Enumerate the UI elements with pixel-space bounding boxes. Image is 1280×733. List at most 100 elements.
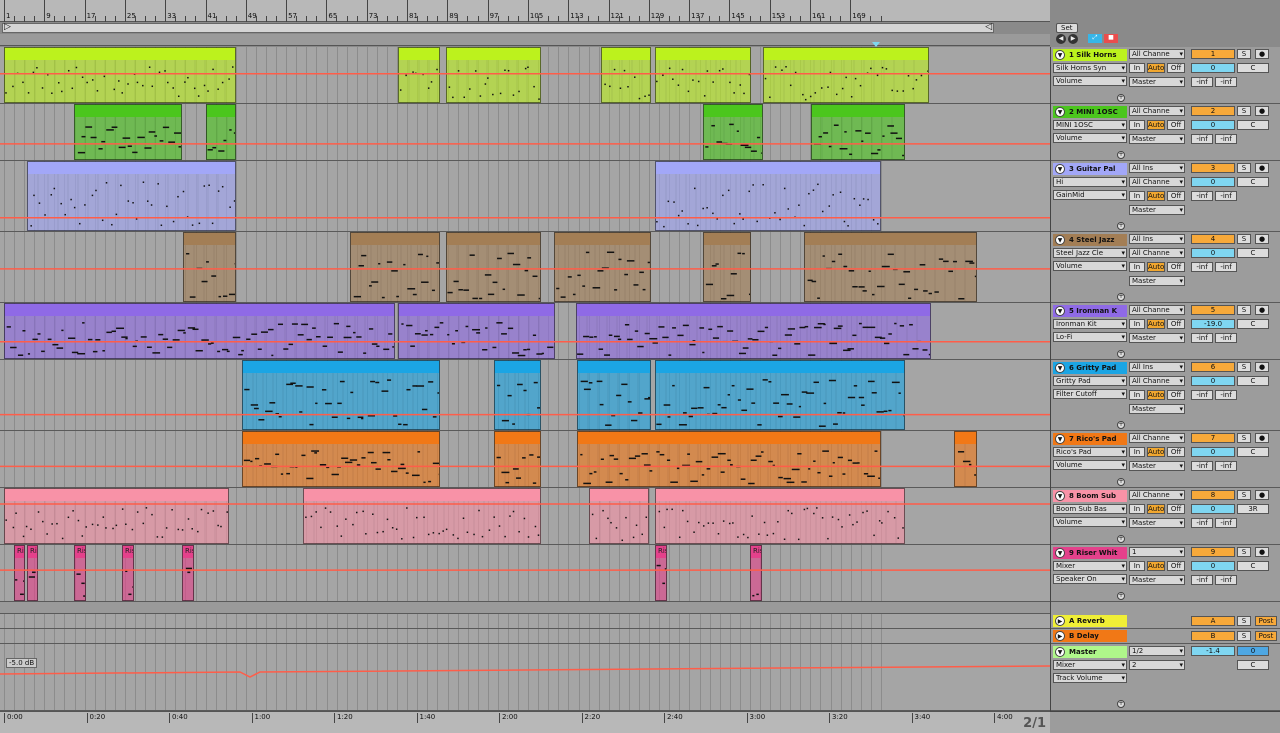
monitor-in-button[interactable]: In xyxy=(1129,447,1145,457)
midi-clip[interactable] xyxy=(703,104,763,160)
master-input-select[interactable]: Mixer xyxy=(1053,660,1127,670)
input-channel-select[interactable]: All Channe xyxy=(1129,305,1185,315)
volume-field[interactable]: -19.0 xyxy=(1191,319,1235,329)
output-select[interactable]: Master xyxy=(1129,77,1185,87)
return-name[interactable]: ▶ B Delay xyxy=(1053,630,1127,642)
midi-clip[interactable] xyxy=(446,47,541,103)
prev-locator-icon[interactable]: ◀ xyxy=(1056,34,1066,44)
track-name[interactable]: ▼ 8 Boom Sub xyxy=(1053,490,1127,502)
midi-clip[interactable] xyxy=(206,104,236,160)
clip-header[interactable] xyxy=(495,361,540,373)
instrument-select[interactable]: Gritty Pad xyxy=(1053,376,1127,386)
solo-button[interactable]: S xyxy=(1237,49,1251,59)
track-name[interactable]: ▼ 1 Silk Horns xyxy=(1053,49,1127,61)
time-ruler[interactable]: 2/1 0:00 0:20 0:40 1:00 1:20 1:40 2:00 2:20 2:40… xyxy=(0,711,1050,733)
fold-icon[interactable]: ▼ xyxy=(1055,647,1065,657)
midi-clip[interactable] xyxy=(655,488,905,544)
add-lane-icon[interactable]: + xyxy=(1117,222,1125,230)
send-a-field[interactable]: -inf xyxy=(1191,191,1213,201)
midi-clip[interactable] xyxy=(398,303,555,359)
monitor-in-button[interactable]: In xyxy=(1129,63,1145,73)
loop-end-icon[interactable]: ◁ xyxy=(985,22,992,32)
volume-field[interactable]: 0 xyxy=(1191,376,1235,386)
monitor-auto-button[interactable]: Auto xyxy=(1147,504,1165,514)
clip-header[interactable] xyxy=(656,48,750,60)
add-lane-icon[interactable]: + xyxy=(1117,421,1125,429)
send-a-field[interactable]: -inf xyxy=(1191,390,1213,400)
arm-button[interactable]: ● xyxy=(1255,433,1269,443)
solo-button[interactable]: S xyxy=(1237,616,1251,626)
arm-button[interactable]: ● xyxy=(1255,234,1269,244)
lock-icon[interactable]: ■ xyxy=(1104,34,1118,43)
midi-clip[interactable]: Ris xyxy=(27,545,38,601)
add-lane-icon[interactable]: + xyxy=(1117,293,1125,301)
track-name[interactable]: ▼ 2 MINI 1OSC xyxy=(1053,106,1127,118)
input-channel-select[interactable]: All Channe xyxy=(1129,106,1185,116)
track-activator[interactable]: 9 xyxy=(1191,547,1235,557)
monitor-in-button[interactable]: In xyxy=(1129,120,1145,130)
input-channel-select[interactable]: All Channe xyxy=(1129,376,1185,386)
next-locator-icon[interactable]: ▶ xyxy=(1068,34,1078,44)
arm-button[interactable]: ● xyxy=(1255,305,1269,315)
input-channel-select[interactable]: 1 xyxy=(1129,547,1185,557)
monitor-off-button[interactable]: Off xyxy=(1167,390,1185,400)
monitor-auto-button[interactable]: Auto xyxy=(1147,120,1165,130)
midi-clip[interactable] xyxy=(763,47,929,103)
solo-button[interactable]: S xyxy=(1237,362,1251,372)
midi-clip[interactable] xyxy=(703,232,751,302)
send-b-field[interactable]: -inf xyxy=(1215,461,1237,471)
fold-icon[interactable]: ▼ xyxy=(1055,363,1065,373)
clip-header[interactable] xyxy=(656,162,880,174)
send-a-field[interactable]: -inf xyxy=(1191,333,1213,343)
input-channel-select[interactable]: All Channe xyxy=(1129,49,1185,59)
midi-clip[interactable] xyxy=(589,488,649,544)
automation-param-select[interactable]: Volume xyxy=(1053,261,1127,271)
clip-header[interactable] xyxy=(243,432,439,444)
track-activator[interactable]: 5 xyxy=(1191,305,1235,315)
clip-header[interactable] xyxy=(704,233,750,245)
track-name[interactable]: ▼ 6 Gritty Pad xyxy=(1053,362,1127,374)
input-channel-select[interactable]: All Channe xyxy=(1129,433,1185,443)
clip-header[interactable] xyxy=(955,432,976,444)
midi-clip[interactable]: Ris xyxy=(655,545,667,601)
fold-icon[interactable]: ▶ xyxy=(1055,616,1065,626)
output-select[interactable]: Master xyxy=(1129,404,1185,414)
track-lane-6[interactable] xyxy=(0,360,1050,431)
track-name[interactable]: ▼ 5 Ironman K xyxy=(1053,305,1127,317)
clip-header[interactable] xyxy=(75,105,181,117)
track-lane-5[interactable] xyxy=(0,303,1050,360)
add-lane-icon[interactable]: + xyxy=(1117,151,1125,159)
clip-header[interactable] xyxy=(207,105,235,117)
monitor-off-button[interactable]: Off xyxy=(1167,120,1185,130)
pan-field[interactable]: 3R xyxy=(1237,504,1269,514)
output-select[interactable]: Master xyxy=(1129,276,1185,286)
send-b-field[interactable]: -inf xyxy=(1215,191,1237,201)
midi-clip[interactable] xyxy=(303,488,541,544)
master-param-select[interactable]: Track Volume xyxy=(1053,673,1127,683)
fold-icon[interactable]: ▼ xyxy=(1055,548,1065,558)
input-type-select[interactable]: All Ins xyxy=(1129,163,1185,173)
midi-clip[interactable] xyxy=(183,232,236,302)
automation-param-select[interactable]: GainMid xyxy=(1053,190,1127,200)
clip-header[interactable] xyxy=(5,48,235,60)
monitor-auto-button[interactable]: Auto xyxy=(1147,191,1165,201)
pan-field[interactable]: C xyxy=(1237,376,1269,386)
monitor-in-button[interactable]: In xyxy=(1129,390,1145,400)
midi-clip[interactable] xyxy=(954,431,977,487)
send-b-field[interactable]: -inf xyxy=(1215,77,1237,87)
output-select[interactable]: Master xyxy=(1129,461,1185,471)
set-button[interactable]: Set xyxy=(1056,23,1078,33)
follow-toggle-icon[interactable]: ⤢ xyxy=(1088,34,1102,43)
monitor-off-button[interactable]: Off xyxy=(1167,262,1185,272)
monitor-in-button[interactable]: In xyxy=(1129,561,1145,571)
midi-clip[interactable]: Ris xyxy=(122,545,134,601)
midi-clip[interactable] xyxy=(398,47,440,103)
midi-clip[interactable] xyxy=(446,232,541,302)
clip-header[interactable] xyxy=(399,48,439,60)
instrument-select[interactable]: Rico's Pad xyxy=(1053,447,1127,457)
midi-clip[interactable]: Ris xyxy=(182,545,194,601)
return-lane-a[interactable] xyxy=(0,614,1050,629)
add-lane-icon[interactable]: + xyxy=(1117,700,1125,708)
clip-header[interactable] xyxy=(590,489,648,501)
midi-clip[interactable] xyxy=(655,47,751,103)
